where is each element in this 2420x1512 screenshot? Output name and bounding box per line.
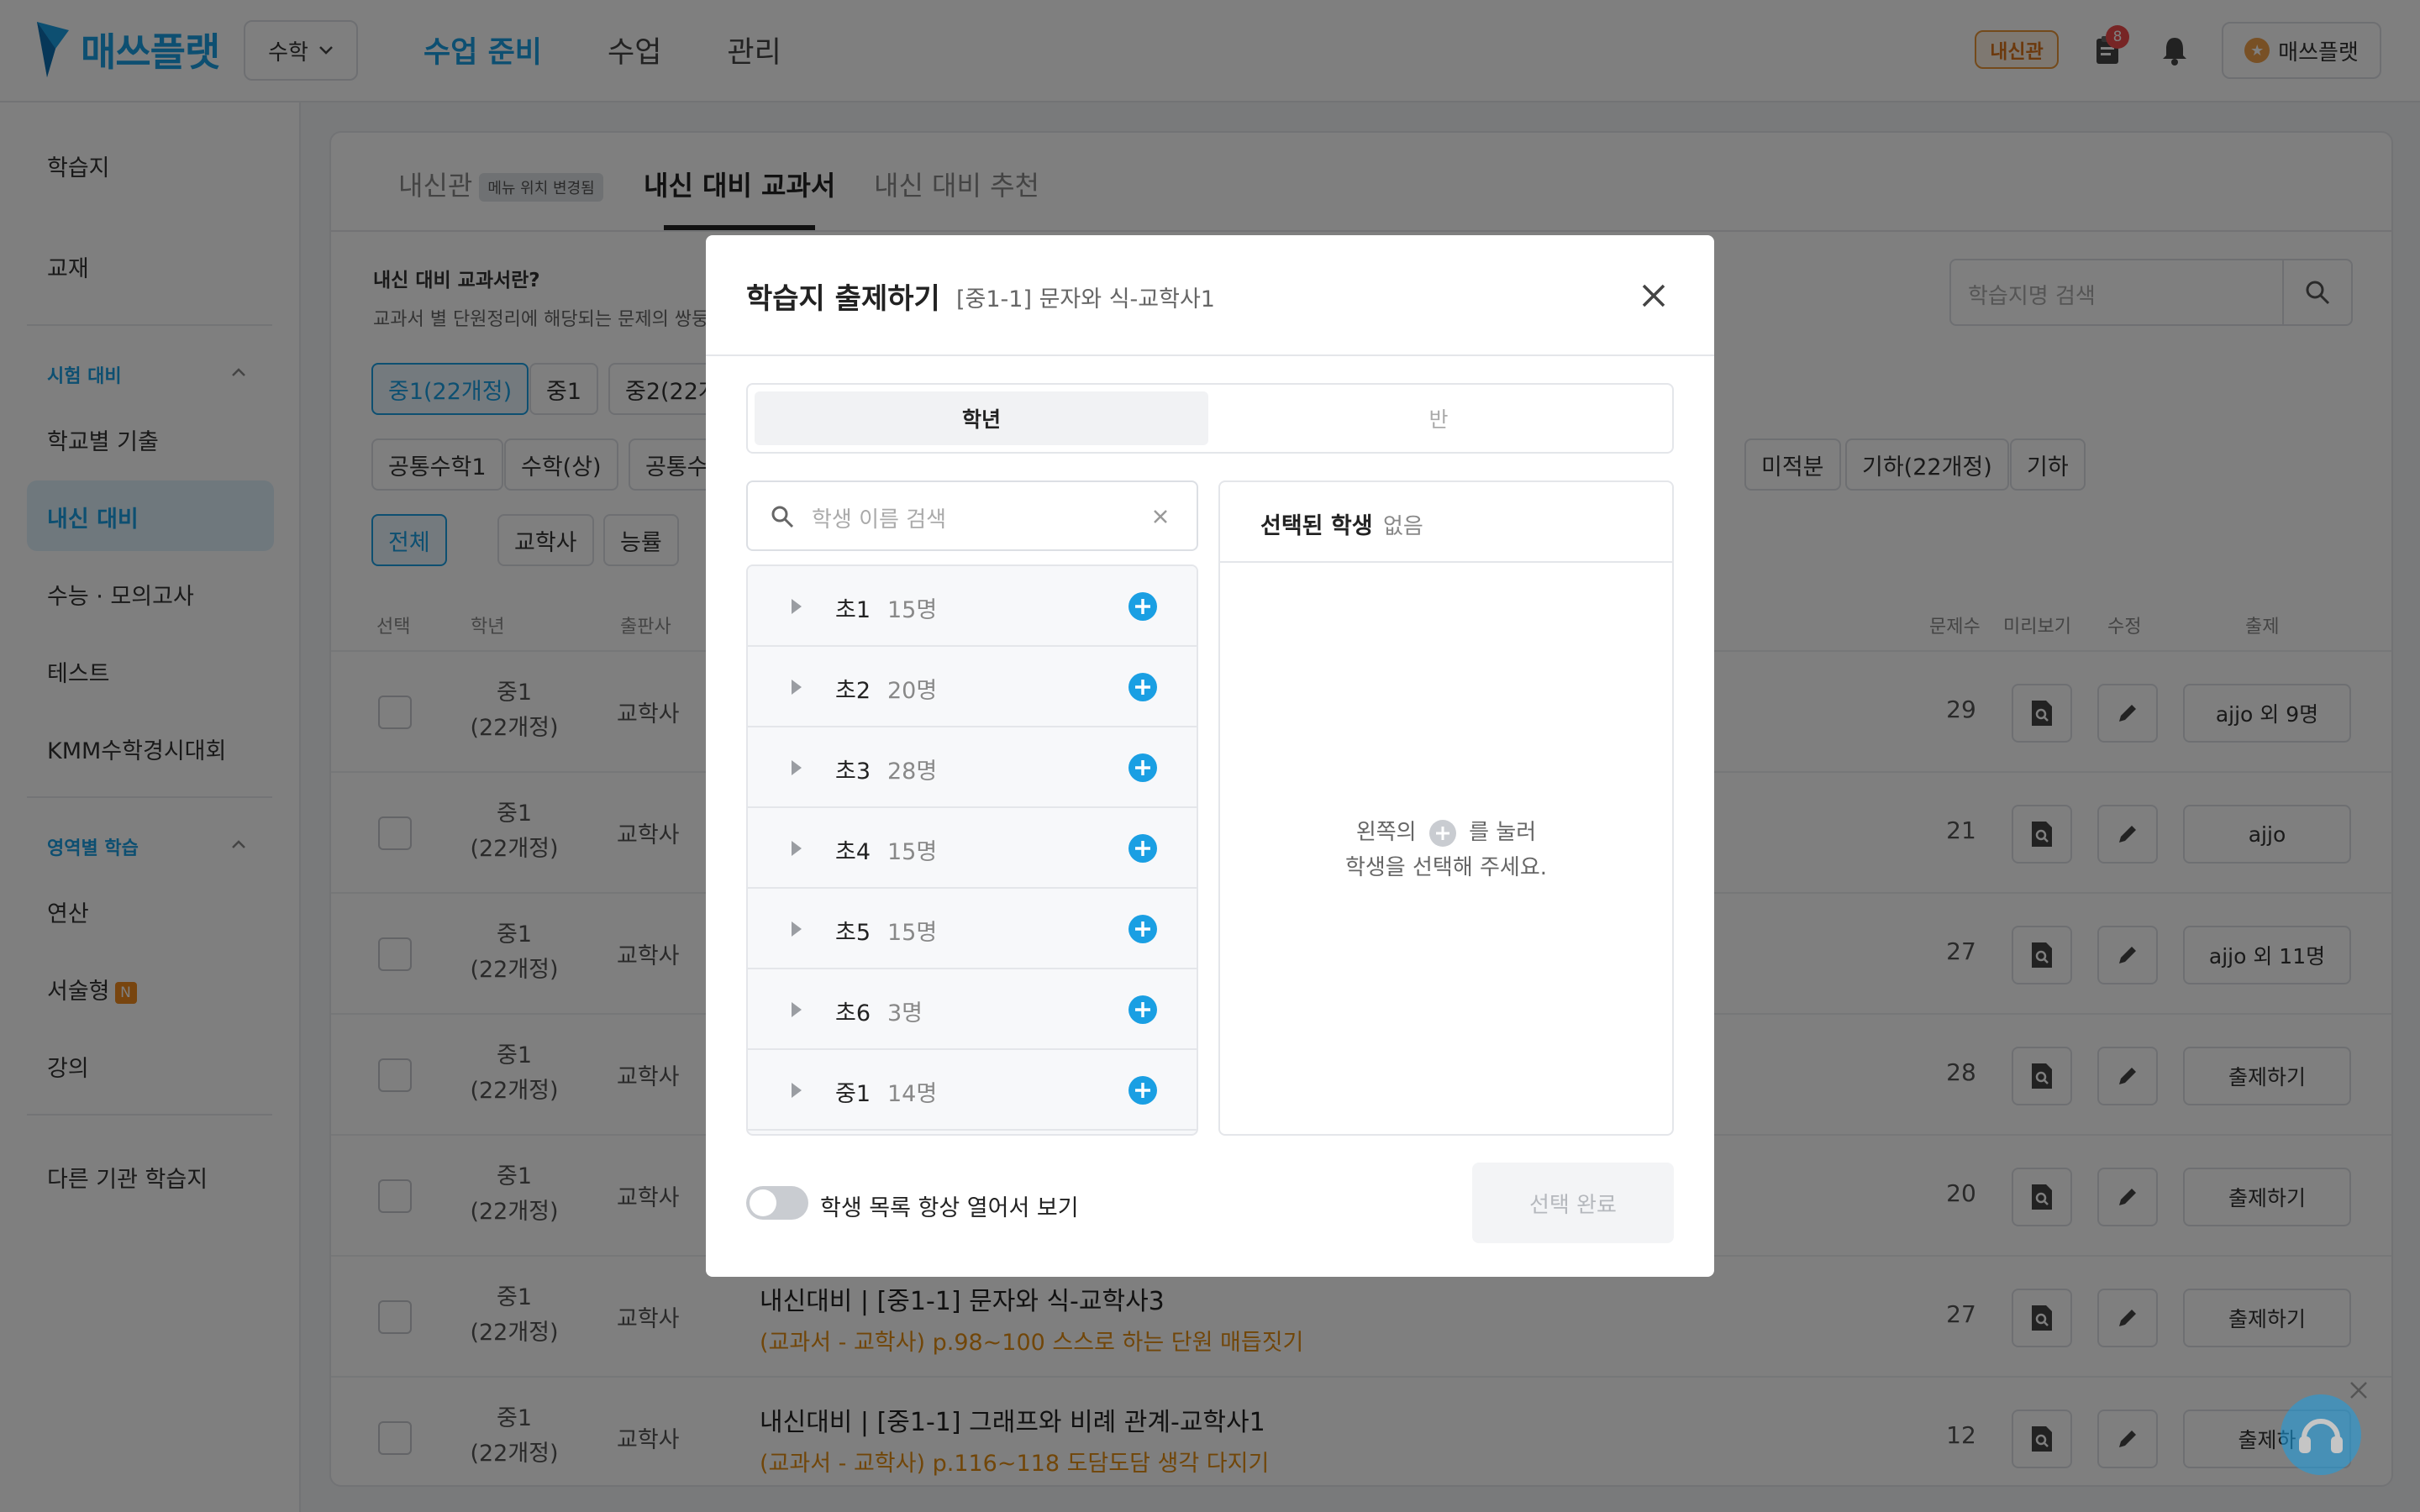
grade-list: 초1 15명 초2 20명 초3 28명 초4 15명 초5 15명 초6 3명 중1 14명 — [746, 564, 1198, 1136]
caret-right-icon[interactable] — [788, 1000, 805, 1020]
assign-worksheet-modal: 학습지 출제하기 [중1-1] 문자와 식-교학사1 학년 반 학생 이름 검색… — [706, 235, 1714, 1277]
grade-list-item[interactable]: 초2 20명 — [748, 647, 1197, 727]
plus-circle-icon[interactable] — [1128, 833, 1158, 864]
grade-name: 중1 — [835, 1081, 871, 1107]
grade-student-count: 15명 — [887, 597, 938, 623]
selected-students-header: 선택된 학생 없음 — [1220, 482, 1672, 563]
grade-student-count: 15명 — [887, 839, 938, 865]
empty-hint-line-2: 학생을 선택해 주세요. — [1344, 855, 1548, 880]
toggle-knob — [750, 1189, 776, 1216]
grade-name: 초3 — [835, 759, 871, 785]
plus-circle-icon — [1428, 819, 1456, 847]
student-search-input[interactable]: 학생 이름 검색 — [746, 480, 1198, 551]
grade-name: 초2 — [835, 678, 871, 704]
plus-circle-icon[interactable] — [1128, 591, 1158, 622]
segment-class[interactable]: 반 — [1212, 391, 1665, 445]
modal-subtitle: [중1-1] 문자와 식-교학사1 — [956, 286, 1215, 312]
grade-name: 초6 — [835, 1000, 871, 1026]
caret-right-icon[interactable] — [788, 677, 805, 697]
headset-icon — [2299, 1419, 2343, 1453]
grade-list-item[interactable]: 초1 15명 — [748, 566, 1197, 647]
segment-grade[interactable]: 학년 — [755, 391, 1208, 445]
grade-list-item[interactable]: 초5 15명 — [748, 889, 1197, 969]
search-icon — [771, 506, 794, 528]
student-search-placeholder: 학생 이름 검색 — [812, 507, 947, 533]
grade-list-item[interactable]: 초4 15명 — [748, 808, 1197, 889]
grade-student-count: 28명 — [887, 759, 938, 785]
grade-name: 초5 — [835, 920, 871, 946]
modal-header: 학습지 출제하기 [중1-1] 문자와 식-교학사1 — [706, 235, 1714, 356]
caret-right-icon[interactable] — [788, 758, 805, 778]
grade-list-item[interactable]: 초6 3명 — [748, 969, 1197, 1050]
caret-right-icon[interactable] — [788, 1080, 805, 1100]
close-icon[interactable] — [1635, 277, 1672, 314]
grade-list-item[interactable]: 초3 28명 — [748, 727, 1197, 808]
plus-circle-icon[interactable] — [1128, 995, 1158, 1025]
selected-students-panel: 선택된 학생 없음 왼쪽의 를 눌러 학생을 선택해 주세요. — [1218, 480, 1674, 1136]
empty-hint-line-1: 왼쪽의 를 눌러 — [1220, 815, 1672, 850]
grade-student-count: 14명 — [887, 1081, 938, 1107]
grade-student-count: 15명 — [887, 920, 938, 946]
modal-title: 학습지 출제하기 — [746, 282, 940, 316]
segment-control: 학년 반 — [746, 383, 1674, 454]
caret-right-icon[interactable] — [788, 919, 805, 939]
grade-name: 초4 — [835, 839, 871, 865]
grade-list-item[interactable]: 중1 14명 — [748, 1050, 1197, 1131]
caret-right-icon[interactable] — [788, 596, 805, 617]
plus-circle-icon[interactable] — [1128, 672, 1158, 702]
selected-students-label: 선택된 학생 — [1260, 513, 1373, 539]
empty-hint-text: 왼쪽의 — [1355, 820, 1417, 845]
plus-circle-icon[interactable] — [1128, 1075, 1158, 1105]
plus-circle-icon[interactable] — [1128, 753, 1158, 783]
clear-icon[interactable] — [1148, 504, 1173, 529]
empty-hint-text: 를 눌러 — [1469, 820, 1537, 845]
grade-student-count: 20명 — [887, 678, 938, 704]
select-done-button[interactable]: 선택 완료 — [1472, 1163, 1674, 1243]
grade-name: 초1 — [835, 597, 871, 623]
caret-right-icon[interactable] — [788, 838, 805, 858]
selected-students-value: 없음 — [1383, 514, 1423, 539]
close-icon[interactable] — [2348, 1379, 2370, 1401]
empty-selection-hint: 왼쪽의 를 눌러 학생을 선택해 주세요. — [1220, 815, 1672, 885]
grade-student-count: 3명 — [887, 1000, 923, 1026]
plus-circle-icon[interactable] — [1128, 914, 1158, 944]
always-open-toggle[interactable] — [746, 1186, 808, 1220]
chat-support-button[interactable] — [2281, 1394, 2361, 1475]
always-open-toggle-label: 학생 목록 항상 열어서 보기 — [820, 1195, 1079, 1221]
